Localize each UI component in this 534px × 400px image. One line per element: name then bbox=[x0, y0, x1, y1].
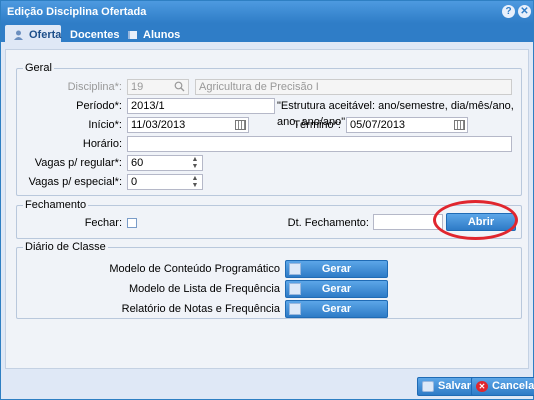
termino-label: Término*: bbox=[293, 119, 341, 131]
spinner-arrows-icon[interactable]: ▲ ▼ bbox=[191, 156, 199, 170]
inicio-date-field[interactable]: 11/03/2013 bbox=[127, 117, 249, 133]
cancel-label: Cancelar bbox=[492, 380, 534, 392]
vagas-especial-value: 0 bbox=[131, 176, 138, 188]
tab-oferta[interactable]: Oferta bbox=[5, 25, 61, 45]
inicio-label: Início*: bbox=[88, 119, 122, 131]
annotation-circle bbox=[433, 200, 518, 240]
tab-bar: Oferta Docentes Alunos bbox=[1, 23, 533, 45]
tab-oferta-label: Oferta bbox=[29, 29, 62, 41]
save-label: Salvar bbox=[438, 380, 472, 392]
fechar-checkbox[interactable] bbox=[127, 218, 137, 228]
cancel-icon: ✕ bbox=[476, 381, 488, 392]
gerar-label: Gerar bbox=[321, 303, 352, 315]
diario-legend: Diário de Classe bbox=[23, 241, 108, 253]
inicio-value: 11/03/2013 bbox=[131, 119, 186, 131]
termino-date-field[interactable]: 05/07/2013 bbox=[346, 117, 468, 133]
notas-frequencia-label: Relatório de Notas e Frequência bbox=[121, 303, 280, 315]
vagas-regular-stepper[interactable]: 60 ▲ ▼ bbox=[127, 155, 203, 171]
floppy-icon bbox=[422, 381, 434, 392]
disciplina-label: Disciplina*: bbox=[67, 81, 122, 93]
tab-alunos[interactable]: Alunos bbox=[119, 25, 181, 45]
search-icon[interactable] bbox=[174, 81, 185, 92]
gerar-label: Gerar bbox=[321, 263, 352, 275]
save-button[interactable]: Salvar bbox=[417, 377, 479, 396]
fechamento-legend: Fechamento bbox=[23, 199, 89, 211]
vagas-especial-label: Vagas p/ especial*: bbox=[28, 176, 122, 188]
user-icon bbox=[14, 30, 23, 40]
close-icon[interactable]: ✕ bbox=[518, 5, 531, 18]
vagas-regular-value: 60 bbox=[131, 157, 144, 169]
tab-docentes[interactable]: Docentes bbox=[63, 25, 120, 45]
fieldset-diario: Diário de Classe Modelo de Conteúdo Prog… bbox=[16, 241, 522, 319]
calendar-icon[interactable] bbox=[454, 120, 465, 130]
gerar-notas-button[interactable]: Gerar bbox=[285, 300, 388, 318]
disciplina-name-field: Agricultura de Precisão I bbox=[195, 79, 512, 95]
window-title: Edição Disciplina Ofertada bbox=[7, 6, 147, 18]
vagas-especial-stepper[interactable]: 0 ▲ ▼ bbox=[127, 174, 203, 190]
book-icon bbox=[128, 31, 137, 39]
lista-frequencia-label: Modelo de Lista de Frequência bbox=[128, 283, 280, 295]
geral-legend: Geral bbox=[23, 62, 54, 74]
cancel-button[interactable]: ✕ Cancelar bbox=[471, 377, 534, 396]
periodo-label: Período*: bbox=[76, 100, 122, 112]
dialog-window: Edição Disciplina Ofertada ? ✕ Oferta Do… bbox=[0, 0, 534, 400]
tab-alunos-label: Alunos bbox=[143, 29, 181, 41]
disciplina-name-value: Agricultura de Precisão I bbox=[199, 81, 319, 93]
gerar-lista-frequencia-button[interactable]: Gerar bbox=[285, 280, 388, 298]
conteudo-programatico-label: Modelo de Conteúdo Programático bbox=[109, 263, 280, 275]
fieldset-geral: Geral Disciplina*: 19 Agricultura de Pre… bbox=[16, 62, 522, 196]
dt-fechamento-label: Dt. Fechamento: bbox=[287, 217, 369, 229]
vagas-regular-label: Vagas p/ regular*: bbox=[34, 157, 122, 169]
dialog-footer: Salvar ✕ Cancelar bbox=[1, 373, 534, 399]
tab-docentes-label: Docentes bbox=[70, 29, 120, 41]
gerar-conteudo-button[interactable]: Gerar bbox=[285, 260, 388, 278]
gerar-label: Gerar bbox=[321, 283, 352, 295]
document-icon bbox=[289, 283, 301, 295]
disciplina-code-value: 19 bbox=[131, 81, 144, 93]
disciplina-code-field[interactable]: 19 bbox=[127, 79, 189, 95]
question-icon[interactable]: ? bbox=[502, 5, 515, 18]
spinner-arrows-icon[interactable]: ▲ ▼ bbox=[191, 175, 199, 189]
document-icon bbox=[289, 303, 301, 315]
calendar-icon[interactable] bbox=[235, 120, 246, 130]
periodo-value: 2013/1 bbox=[131, 100, 165, 112]
periodo-field[interactable]: 2013/1 bbox=[127, 98, 275, 114]
document-icon bbox=[289, 263, 301, 275]
termino-value: 05/07/2013 bbox=[350, 119, 406, 131]
title-bar[interactable]: Edição Disciplina Ofertada ? ✕ bbox=[1, 1, 533, 23]
horario-field[interactable] bbox=[127, 136, 512, 152]
horario-label: Horário: bbox=[82, 138, 122, 150]
fechar-label: Fechar: bbox=[84, 217, 122, 229]
